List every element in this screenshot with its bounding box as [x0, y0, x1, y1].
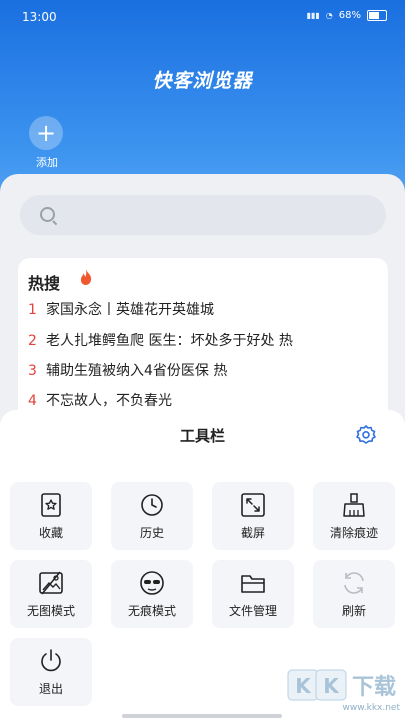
svg-text:下载: 下载 [352, 674, 396, 700]
tool-label: 退出 [38, 682, 63, 696]
hot-rank: 2 [28, 333, 37, 349]
tool-label: 清除痕迹 [329, 526, 378, 540]
hot-search-item[interactable]: 3 辅助生殖被纳入4省份医保 热 [28, 360, 388, 380]
refresh-icon [340, 570, 368, 596]
wifi-icon: ◔ [325, 11, 333, 20]
status-bar: 13:00 ▮▮▮ ◔ 68% [0, 0, 405, 34]
settings-gear-icon[interactable] [355, 424, 377, 446]
tool-label: 历史 [139, 526, 164, 540]
tool-history-button[interactable]: 历史 [111, 482, 193, 550]
hot-rank: 4 [28, 393, 37, 409]
svg-text:K: K [323, 674, 340, 698]
search-input[interactable] [20, 195, 386, 235]
broom-icon [340, 492, 368, 518]
no-image-icon [37, 570, 65, 596]
tool-label: 刷新 [341, 604, 366, 618]
home-indicator [122, 714, 282, 718]
hot-search-item[interactable]: 4 不忘故人，不负春光 [28, 390, 388, 410]
app-title: 快客浏览器 [152, 70, 253, 92]
hot-text: 家国永念丨英雄花开英雄城 [46, 302, 214, 318]
plus-icon: + [35, 119, 57, 147]
battery-percent: 68% [338, 10, 361, 21]
tool-clear-traces-button[interactable]: 清除痕迹 [313, 482, 395, 550]
add-shortcut-label: 添加 [36, 156, 58, 169]
hot-text: 不忘故人，不负春光 [46, 393, 172, 409]
toolbar-title: 工具栏 [179, 427, 225, 445]
tool-label: 收藏 [38, 526, 63, 540]
svg-text:K: K [295, 674, 312, 698]
tool-bookmark-button[interactable]: 收藏 [10, 482, 92, 550]
hot-rank: 3 [28, 363, 37, 379]
hot-rank: 1 [28, 302, 37, 318]
hot-text: 老人扎堆鳄鱼爬 医生：坏处多于好处 热 [46, 333, 293, 349]
tool-label: 截屏 [240, 526, 265, 540]
folder-icon [239, 570, 267, 596]
tool-label: 无痕模式 [127, 604, 176, 618]
fire-icon [78, 268, 94, 290]
tool-incognito-mode-button[interactable]: 无痕模式 [111, 560, 193, 628]
signal-icon: ▮▮▮ [306, 11, 320, 20]
watermark-url: www.kkx.net [342, 703, 401, 713]
incognito-icon [138, 570, 166, 596]
bookmark-star-icon [37, 492, 65, 518]
search-icon [40, 207, 55, 222]
tool-label: 无图模式 [26, 604, 75, 618]
power-icon [37, 648, 65, 674]
hot-text: 辅助生殖被纳入4省份医保 热 [46, 363, 228, 379]
status-time: 13:00 [22, 10, 57, 24]
tool-label: 文件管理 [228, 604, 277, 618]
hot-search-item[interactable]: 1 家国永念丨英雄花开英雄城 [28, 299, 388, 319]
battery-icon [367, 10, 387, 21]
tool-screenshot-button[interactable]: 截屏 [212, 482, 294, 550]
tool-no-image-mode-button[interactable]: 无图模式 [10, 560, 92, 628]
clock-icon [138, 492, 166, 518]
hot-search-item[interactable]: 2 老人扎堆鳄鱼爬 医生：坏处多于好处 热 [28, 330, 388, 350]
hot-search-title: 热搜 [28, 274, 61, 293]
tool-refresh-button[interactable]: 刷新 [313, 560, 395, 628]
add-shortcut-button[interactable]: + [29, 116, 63, 150]
tool-file-manager-button[interactable]: 文件管理 [212, 560, 294, 628]
screenshot-icon [239, 492, 267, 518]
tool-exit-button[interactable]: 退出 [10, 638, 92, 706]
